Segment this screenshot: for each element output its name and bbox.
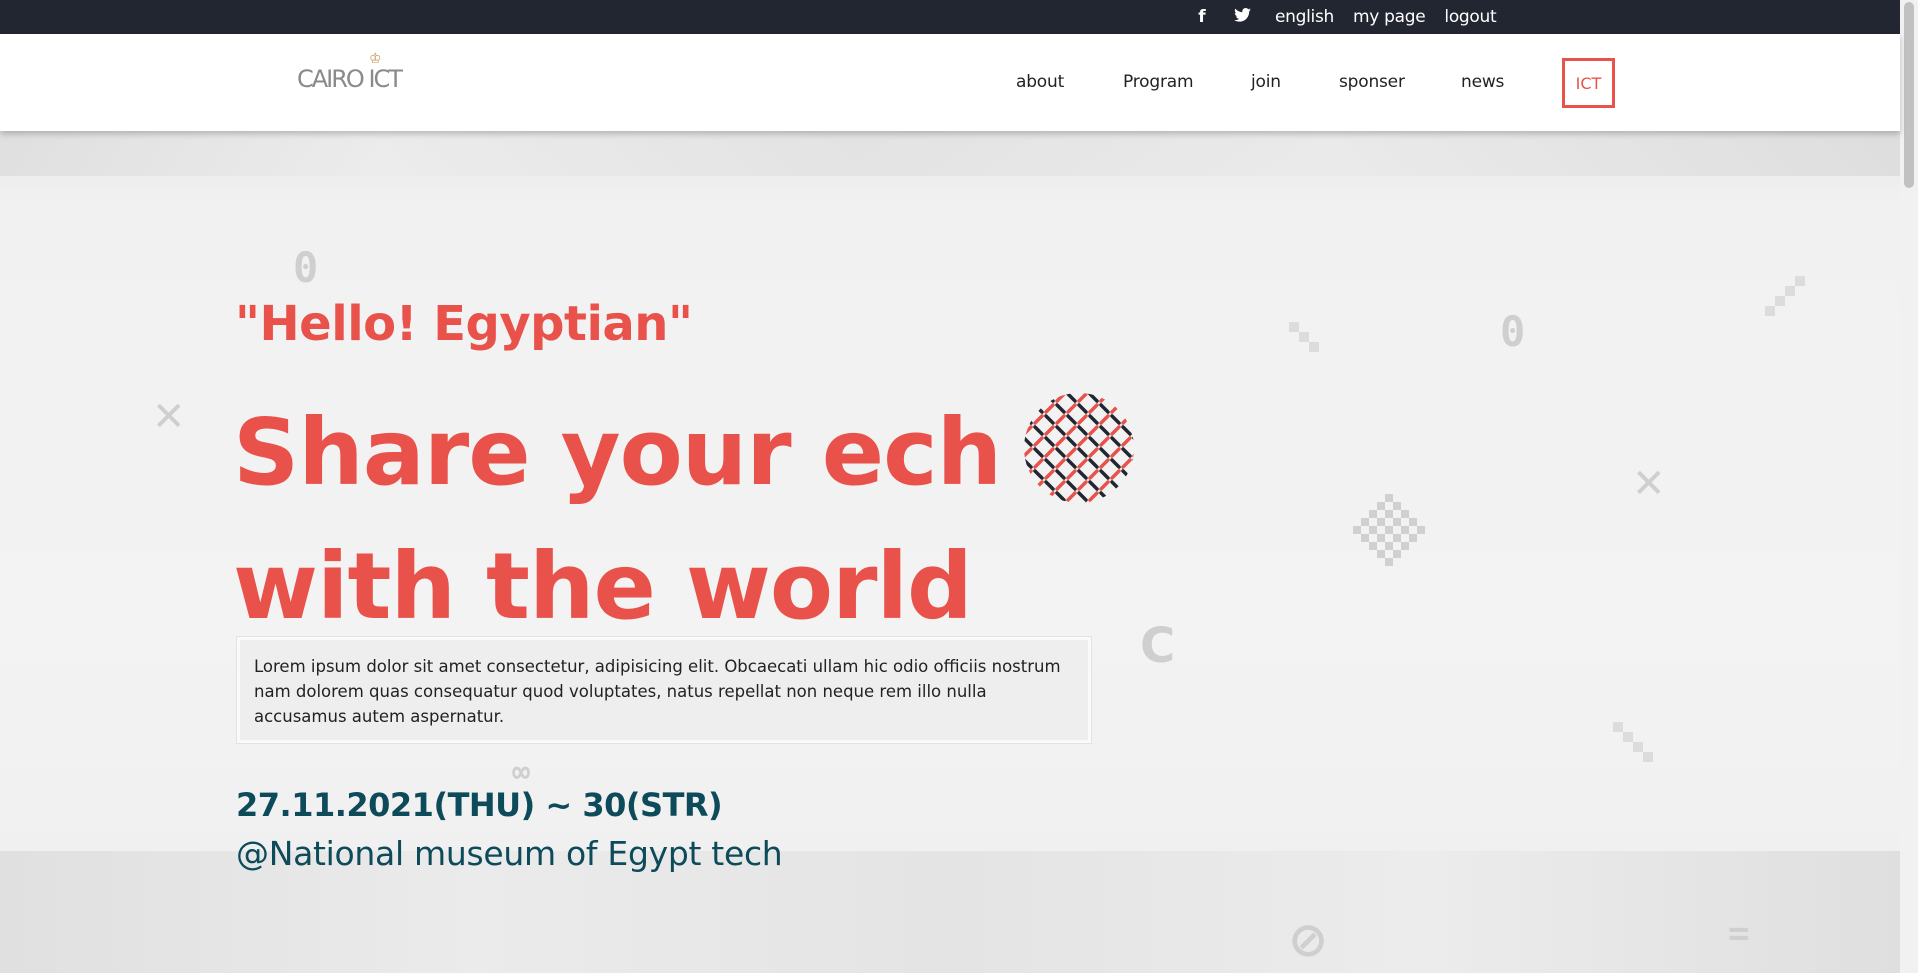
nav-item-sponser[interactable]: sponser [1339,72,1405,92]
twitter-icon[interactable] [1234,7,1251,27]
x-decoration-icon: ✕ [1632,461,1666,507]
twitter-bird-icon [1234,8,1251,22]
my-page-link[interactable]: my page [1353,7,1426,27]
utility-links: f english my page logout [1194,0,1496,34]
ict-button[interactable]: ICT [1562,58,1615,108]
event-date: 27.11.2021(THU) ~ 30(STR) [236,786,723,824]
nav-item-join[interactable]: join [1251,72,1281,92]
headline-line-1: Share your ech [233,399,1002,506]
diamond-grid-decoration-icon [1353,494,1425,566]
nav-item-about[interactable]: about [1016,72,1064,92]
hero-headline: Share your ech with the world [233,386,1002,654]
zero-decoration-icon: 0 [293,243,319,292]
dash-pattern-circle-icon [1024,393,1134,503]
hero-description: Lorem ipsum dolor sit amet consectetur, … [237,637,1091,743]
main-header: ♔ CAIRO ICT about Program join sponser n… [0,34,1900,131]
top-utility-bar: f english my page logout [0,0,1918,34]
language-link[interactable]: english [1275,7,1334,27]
scrollbar-thumb[interactable] [1904,2,1914,188]
hero-quote: "Hello! Egyptian" [235,296,693,352]
stairs-decoration-icon [1613,722,1653,762]
hero-background-top [0,131,1900,176]
link-decoration-icon: ∞ [512,755,531,790]
facebook-icon[interactable]: f [1194,7,1210,27]
equals-decoration-icon: = [1728,913,1750,954]
nav-item-news[interactable]: news [1461,72,1504,92]
logout-link[interactable]: logout [1444,7,1496,27]
social-links: f [1194,7,1275,27]
x-decoration-icon: ✕ [152,394,186,440]
hero-section: 0 0 ✕ ✕ C ∞ ⊘ = "Hello! Egyptian" Share … [0,131,1900,973]
dollar-decoration-icon: ⊘ [1288,912,1329,968]
stairs-decoration-icon [1289,322,1319,352]
main-nav: about Program join sponser news ICT [0,34,1900,131]
c-decoration-icon: C [1140,618,1176,674]
event-venue: @National museum of Egypt tech [236,834,783,873]
page-scrollbar[interactable] [1900,0,1918,973]
zero-decoration-icon: 0 [1500,307,1526,356]
headline-line-2: with the world [233,533,973,640]
nav-item-program[interactable]: Program [1123,72,1194,92]
stairs-decoration-icon [1765,276,1805,316]
